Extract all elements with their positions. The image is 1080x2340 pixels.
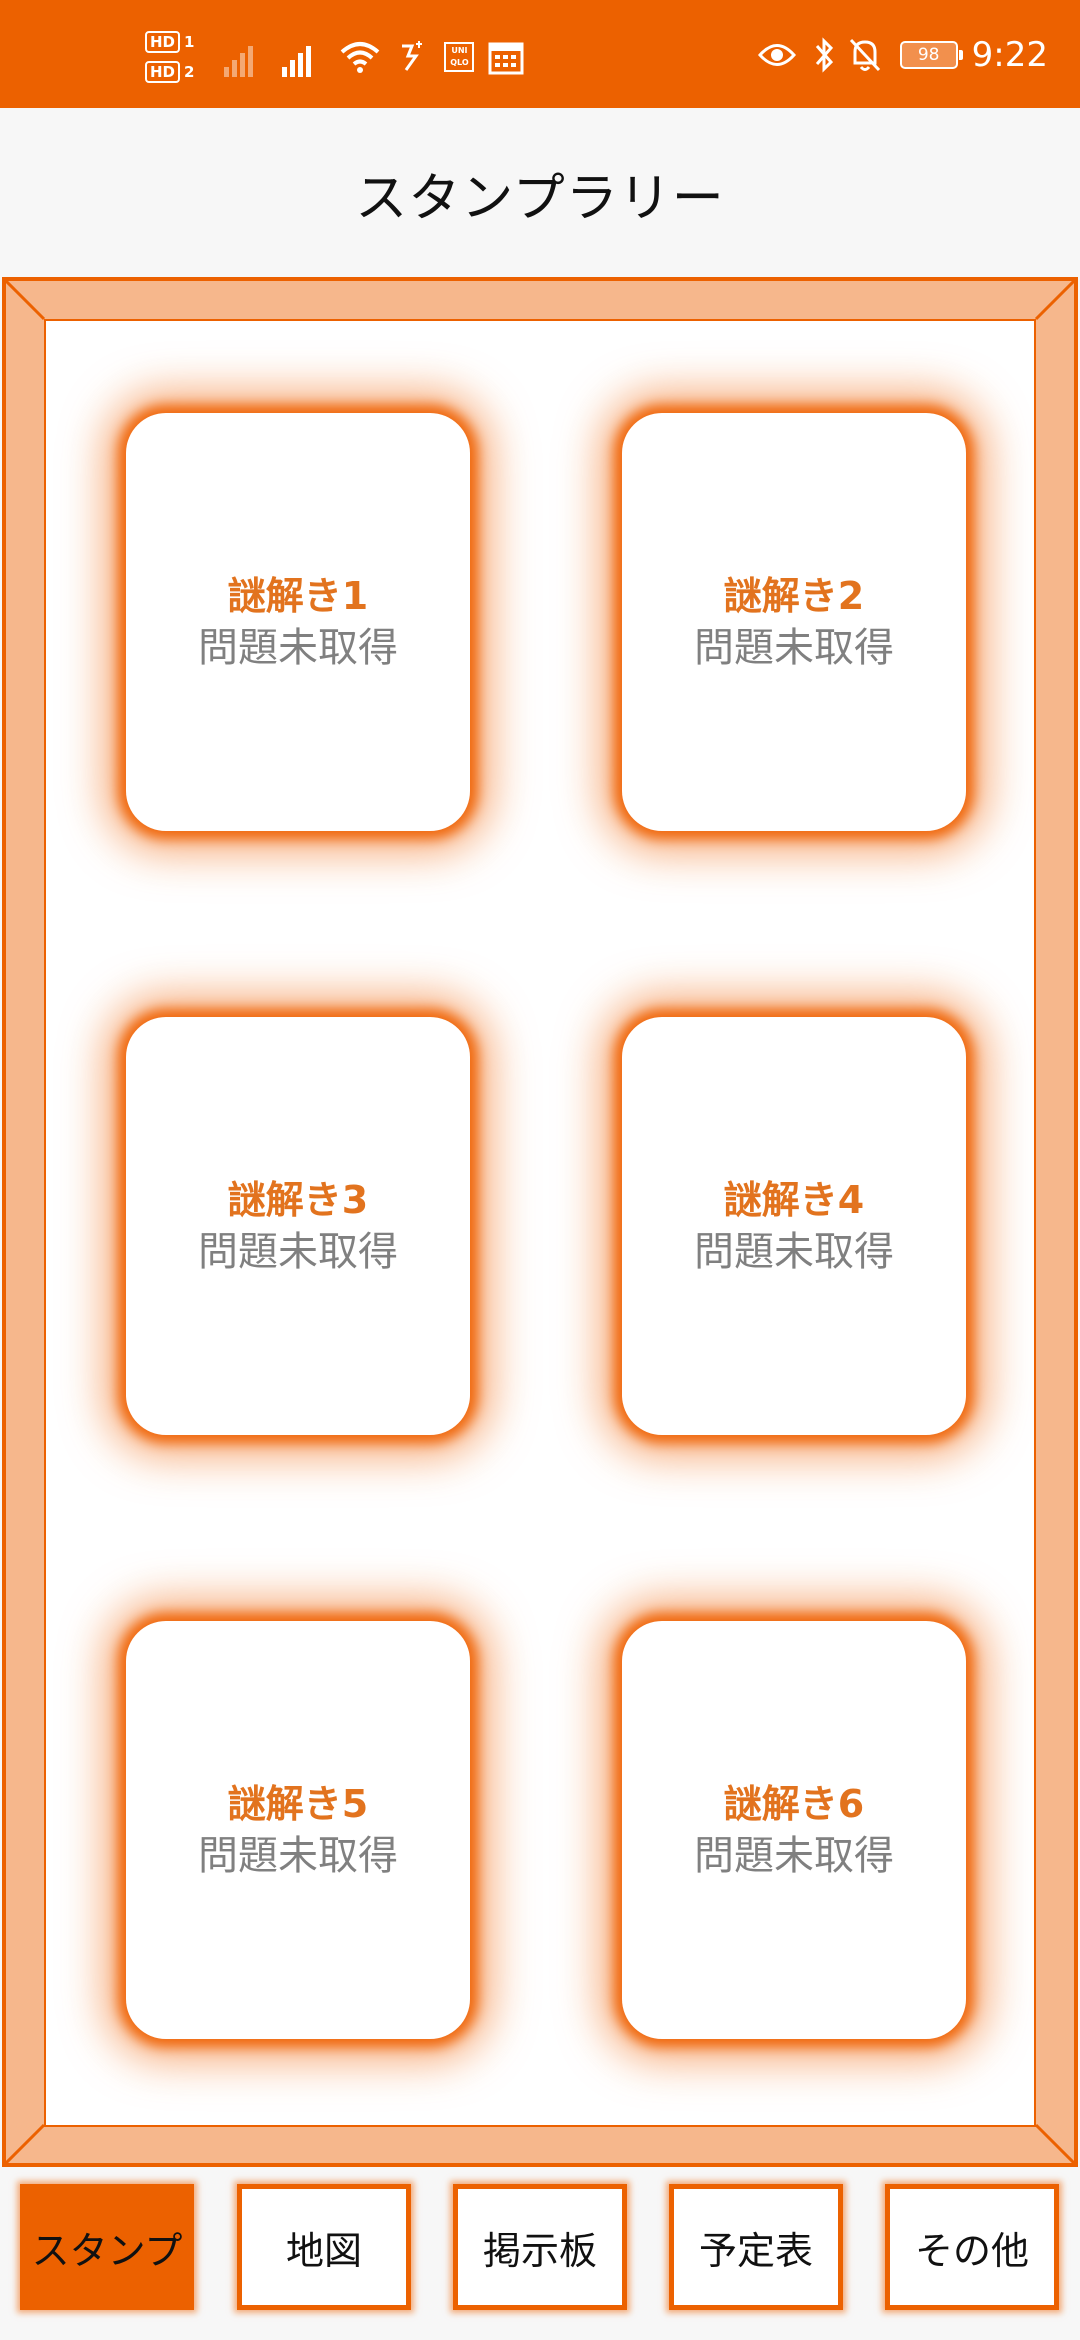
nav-other-button[interactable]: その他 [885, 2184, 1059, 2310]
stamp-card-1[interactable]: 謎解き1 問題未取得 [126, 413, 470, 831]
data-saver-icon [398, 40, 426, 74]
status-bar-left: HD 1 HD 2 UNI QLO [145, 30, 542, 84]
stamp-card-status: 問題未取得 [694, 1833, 894, 1879]
stamp-card-title: 謎解き1 [227, 574, 369, 618]
stamp-card-6[interactable]: 謎解き6 問題未取得 [622, 1621, 966, 2039]
bluetooth-icon [814, 37, 834, 73]
stamp-card-title: 謎解き4 [723, 1178, 865, 1222]
calendar-icon [488, 39, 524, 75]
signal-icon [282, 37, 314, 77]
hd-indicators: HD 1 HD 2 [145, 31, 194, 83]
stamp-card-title: 謎解き6 [723, 1782, 865, 1826]
hd1-sub: 1 [184, 33, 195, 51]
clock: 9:22 [971, 35, 1048, 75]
wifi-icon [340, 40, 380, 74]
status-bar: HD 1 HD 2 UNI QLO 98 9:22 [0, 0, 1080, 108]
stamp-card-2[interactable]: 謎解き2 問題未取得 [622, 413, 966, 831]
nav-schedule-button[interactable]: 予定表 [669, 2184, 843, 2310]
nav-other-label: その他 [914, 2228, 1029, 2273]
stamp-card-title: 謎解き3 [227, 1178, 369, 1222]
hd2-sub: 2 [184, 63, 195, 81]
hd1-indicator: HD 1 [145, 31, 194, 53]
stamp-card-3[interactable]: 謎解き3 問題未取得 [126, 1017, 470, 1435]
stamp-card-status: 問題未取得 [198, 625, 398, 671]
bell-off-icon [848, 37, 882, 73]
battery-level: 98 [917, 45, 940, 65]
bottom-nav: スタンプ 地図 掲示板 予定表 その他 [0, 2170, 1080, 2340]
hd1-label: HD [145, 31, 181, 53]
stamp-card-title: 謎解き5 [227, 1782, 369, 1826]
stamp-card-status: 問題未取得 [198, 1229, 398, 1275]
stamp-card-status: 問題未取得 [694, 1229, 894, 1275]
stamp-card-5[interactable]: 謎解き5 問題未取得 [126, 1621, 470, 2039]
uniqlo-icon: UNI QLO [444, 42, 475, 72]
nav-map-label: 地図 [285, 2228, 362, 2273]
page-title: スタンプラリー [355, 168, 725, 229]
stamp-card-status: 問題未取得 [694, 625, 894, 671]
nav-board-label: 掲示板 [482, 2228, 597, 2273]
status-bar-right: 98 9:22 [757, 30, 1048, 80]
stamp-card-4[interactable]: 謎解き4 問題未取得 [622, 1017, 966, 1435]
eye-icon [757, 42, 796, 68]
nav-map-button[interactable]: 地図 [237, 2184, 411, 2310]
stamp-grid: 謎解き1 問題未取得 謎解き2 問題未取得 謎解き3 問題未取得 謎解き4 問題… [44, 319, 1036, 2127]
stamp-frame: 謎解き1 問題未取得 謎解き2 問題未取得 謎解き3 問題未取得 謎解き4 問題… [2, 277, 1078, 2167]
hd2-indicator: HD 2 [145, 61, 194, 83]
nav-stamp-button[interactable]: スタンプ [20, 2184, 194, 2310]
uniqlo-top-text: UNI [451, 46, 468, 55]
nav-stamp-label: スタンプ [31, 2228, 183, 2273]
signal-icon-sim1 [224, 37, 256, 77]
stamp-card-title: 謎解き2 [723, 574, 865, 618]
uniqlo-bottom-text: QLO [450, 58, 469, 67]
nav-board-button[interactable]: 掲示板 [453, 2184, 627, 2310]
hd2-label: HD [145, 61, 181, 83]
title-bar: スタンプラリー [0, 108, 1080, 278]
battery-icon: 98 [899, 41, 963, 69]
stamp-card-status: 問題未取得 [198, 1833, 398, 1879]
nav-schedule-label: 予定表 [698, 2228, 813, 2273]
